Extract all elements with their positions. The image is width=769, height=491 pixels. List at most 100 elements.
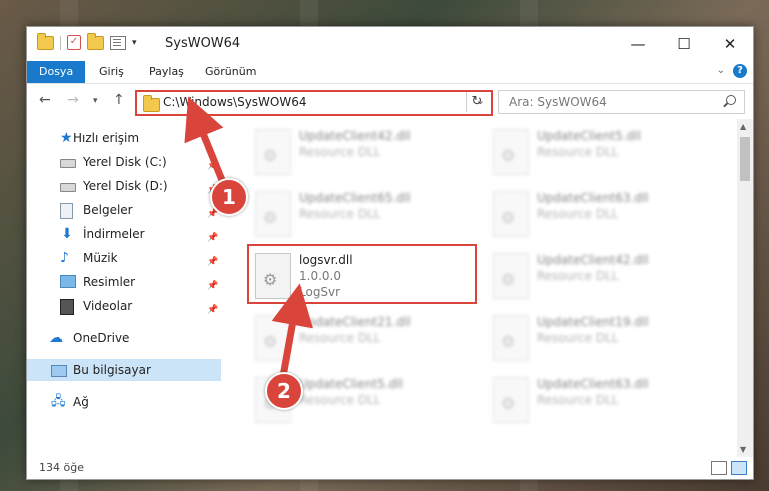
file-type: Resource DLL (299, 207, 381, 221)
file-type: Resource DLL (537, 331, 619, 345)
file-name: UpdateClient21.dll (299, 315, 411, 329)
expand-ribbon-chevron-icon[interactable]: ⌄ (717, 65, 725, 76)
sidebar-item-music[interactable]: ♪ Müzik 📌 (27, 247, 221, 269)
chevron-down-icon[interactable]: ▾ (132, 38, 137, 48)
dll-file-icon (493, 129, 529, 175)
callout-badge-2: 2 (265, 372, 303, 410)
sidebar-item-label: Resimler (83, 275, 136, 289)
sidebar-item-label: OneDrive (73, 331, 130, 345)
download-icon: ⬇ (61, 226, 73, 242)
item-count: 134 öğe (39, 461, 84, 474)
file-name: UpdateClient63.dll (537, 191, 649, 205)
sidebar-item-videos[interactable]: Videolar 📌 (27, 295, 221, 317)
dll-file-icon (493, 253, 529, 299)
minimize-button[interactable]: — (615, 29, 661, 59)
file-name: UpdateClient42.dll (537, 253, 649, 267)
tab-gorunum[interactable]: Görünüm (193, 61, 268, 83)
sidebar-item-label: Hızlı erişim (73, 131, 140, 145)
help-icon[interactable]: ? (733, 64, 747, 78)
onedrive-icon: ☁ (49, 330, 63, 346)
sidebar-item-downloads[interactable]: ⬇ İndirmeler 📌 (27, 223, 221, 245)
logsvr-highlight-box (247, 244, 477, 304)
new-folder-icon[interactable] (87, 32, 104, 50)
sidebar-item-drive-c[interactable]: Yerel Disk (C:) 📌 (27, 151, 221, 173)
star-icon: ★ (60, 130, 73, 146)
large-icons-view-icon[interactable] (731, 461, 747, 475)
file-type: Resource DLL (537, 269, 619, 283)
dll-file-icon (255, 129, 291, 175)
file-item[interactable]: UpdateClient42.dll Resource DLL (247, 123, 477, 181)
file-list: UpdateClient42.dll Resource DLL UpdateCl… (223, 119, 737, 457)
file-name: UpdateClient65.dll (299, 191, 411, 205)
scroll-up-icon[interactable]: ▲ (740, 122, 746, 131)
address-bar[interactable]: C:\Windows\SysWOW64 ⌄ (135, 90, 493, 116)
window-title: SysWOW64 (165, 36, 241, 51)
search-icon[interactable] (726, 95, 736, 105)
sidebar-item-label: İndirmeler (83, 227, 145, 241)
scrollbar-thumb[interactable] (740, 137, 750, 181)
pin-icon[interactable]: 📌 (207, 299, 218, 321)
refresh-icon[interactable]: ↻ (466, 92, 487, 112)
file-item[interactable]: UpdateClient19.dll Resource DLL (485, 309, 715, 367)
pin-icon[interactable]: 📌 (207, 275, 218, 297)
tab-dosya[interactable]: Dosya (27, 61, 86, 83)
dll-file-icon (255, 191, 291, 237)
tab-giris[interactable]: Giriş (87, 61, 136, 83)
file-item[interactable]: UpdateClient65.dll Resource DLL (247, 185, 477, 243)
sidebar-item-quick-access[interactable]: ★ Hızlı erişim (27, 127, 221, 149)
quick-access-toolbar: ✓ ▾ (37, 32, 137, 50)
properties-check-icon[interactable]: ✓ (67, 35, 81, 50)
sidebar-item-onedrive[interactable]: ☁ OneDrive (27, 327, 221, 349)
callout-badge-1: 1 (210, 178, 248, 216)
sidebar-item-label: Bu bilgisayar (73, 363, 151, 377)
sidebar-item-label: Ağ (73, 395, 89, 409)
navigation-bar: ← → ▾ ↑ C:\Windows\SysWOW64 ⌄ ↻ Ara: Sys… (27, 84, 753, 118)
recent-locations-chevron-icon[interactable]: ▾ (93, 96, 98, 106)
dll-file-icon (493, 315, 529, 361)
network-icon: 🖧 (51, 394, 66, 409)
documents-icon (60, 203, 73, 219)
music-icon: ♪ (60, 250, 69, 266)
sidebar-item-documents[interactable]: Belgeler 📌 (27, 199, 221, 221)
up-arrow-icon[interactable]: ↑ (113, 92, 125, 108)
file-item[interactable]: UpdateClient63.dll Resource DLL (485, 371, 715, 429)
file-name: UpdateClient42.dll (299, 129, 411, 143)
tab-paylas[interactable]: Paylaş (137, 61, 196, 83)
back-arrow-icon[interactable]: ← (39, 92, 51, 108)
dll-file-icon (493, 377, 529, 423)
file-item[interactable]: UpdateClient63.dll Resource DLL (485, 185, 715, 243)
file-item[interactable]: UpdateClient42.dll Resource DLL (485, 247, 715, 305)
sidebar-item-this-pc[interactable]: Bu bilgisayar (27, 359, 221, 381)
file-item[interactable]: UpdateClient5.dll Resource DLL (485, 123, 715, 181)
search-placeholder: Ara: SysWOW64 (509, 95, 607, 109)
computer-icon (51, 365, 67, 377)
vertical-scrollbar[interactable]: ▲ ▼ (737, 119, 753, 457)
pin-icon[interactable]: 📌 (207, 155, 218, 177)
details-view-icon[interactable] (711, 461, 727, 475)
pin-icon[interactable]: 📌 (207, 227, 218, 249)
scroll-down-icon[interactable]: ▼ (740, 445, 746, 454)
file-type: Resource DLL (537, 145, 619, 159)
close-button[interactable]: ✕ (707, 29, 753, 59)
videos-icon (60, 299, 74, 315)
address-path: C:\Windows\SysWOW64 (163, 95, 307, 109)
pin-icon[interactable]: 📌 (207, 251, 218, 273)
forward-arrow-icon[interactable]: → (67, 92, 79, 108)
file-name: UpdateClient5.dll (537, 129, 641, 143)
ribbon-tabs: Dosya Giriş Paylaş Görünüm ⌄ ? (27, 61, 753, 84)
customize-toolbar-icon[interactable] (110, 35, 126, 50)
sidebar-item-network[interactable]: 🖧 Ağ (27, 391, 221, 413)
status-bar: 134 öğe (27, 457, 753, 479)
search-input[interactable]: Ara: SysWOW64 (498, 90, 745, 114)
file-name: UpdateClient19.dll (537, 315, 649, 329)
dll-file-icon (255, 315, 291, 361)
maximize-button[interactable]: ☐ (661, 29, 707, 59)
file-item[interactable]: UpdateClient21.dll Resource DLL (247, 309, 477, 367)
pictures-icon (60, 275, 76, 288)
sidebar-item-label: Yerel Disk (C:) (83, 155, 167, 169)
file-name: UpdateClient5.dll (299, 377, 403, 391)
folder-icon (143, 95, 160, 112)
sidebar-item-drive-d[interactable]: Yerel Disk (D:) 📌 (27, 175, 221, 197)
sidebar-item-label: Müzik (83, 251, 118, 265)
sidebar-item-pictures[interactable]: Resimler 📌 (27, 271, 221, 293)
